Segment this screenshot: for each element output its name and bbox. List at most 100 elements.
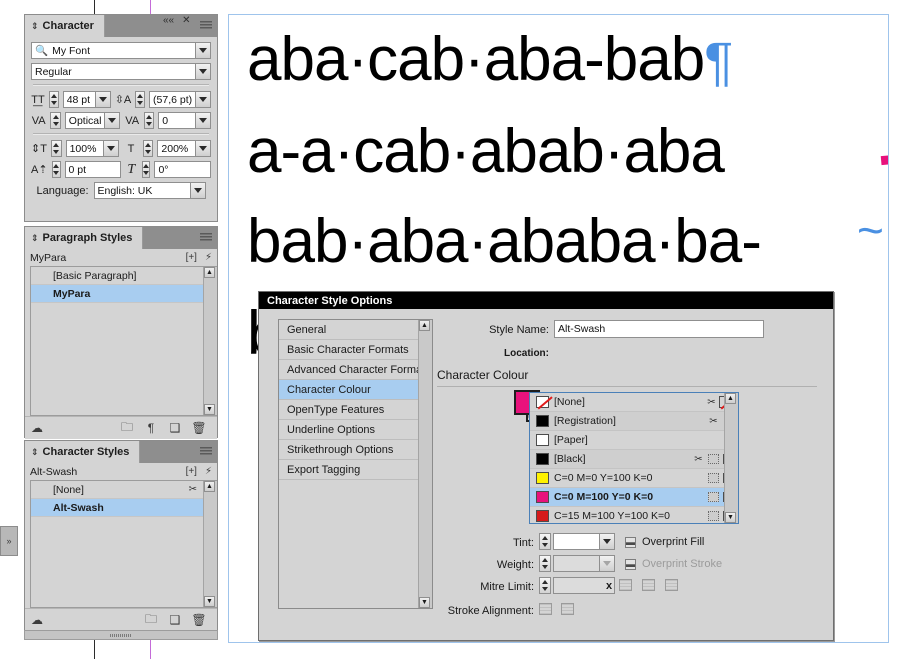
scroll-up-arrow[interactable]: ▲: [204, 267, 215, 278]
nav-item-character-colour[interactable]: Character Colour: [279, 380, 432, 400]
character-panel-window-buttons[interactable]: «« ✕: [163, 16, 191, 26]
character-styles-list[interactable]: [None] ✂ Alt-Swash ▲ ▼: [30, 480, 217, 608]
skew-stepper[interactable]: [142, 161, 151, 178]
table-row[interactable]: C=0 M=100 Y=0 K=0: [530, 488, 738, 507]
kerning-tracking-row[interactable]: VA Optical VA 0: [31, 112, 211, 129]
close-icon[interactable]: ✕: [182, 16, 190, 26]
nav-item-basic-character-formats[interactable]: Basic Character Formats: [279, 340, 432, 360]
weight-control[interactable]: [539, 555, 615, 572]
panel-resize-grip[interactable]: [24, 630, 218, 640]
font-size-dropdown-arrow[interactable]: [95, 91, 111, 108]
tab-character[interactable]: ⇕ Character: [25, 15, 105, 37]
nav-item-underline-options[interactable]: Underline Options: [279, 420, 432, 440]
horizontal-scale-stepper[interactable]: [143, 140, 154, 157]
scale-row[interactable]: ⇕T 100% T 200%: [31, 140, 211, 157]
font-style-input[interactable]: Regular: [31, 63, 195, 80]
mitre-limit-control[interactable]: [539, 577, 615, 594]
cloud-icon[interactable]: ☁: [31, 613, 139, 627]
font-size-stepper[interactable]: [49, 91, 59, 108]
nav-item-opentype-features[interactable]: OpenType Features: [279, 400, 432, 420]
skew-input[interactable]: 0°: [154, 161, 211, 178]
expand-panels-tab[interactable]: »: [0, 526, 18, 556]
font-family-row[interactable]: 🔍 My Font: [31, 42, 211, 59]
dialog-nav-list[interactable]: General Basic Character Formats Advanced…: [278, 319, 433, 609]
delete-icon[interactable]: 🗑: [187, 613, 211, 627]
font-style-dropdown-arrow[interactable]: [195, 63, 211, 80]
vertical-scale-dropdown-arrow[interactable]: [103, 140, 119, 157]
tracking-stepper[interactable]: [144, 112, 155, 129]
vertical-scale-stepper[interactable]: [51, 140, 62, 157]
cloud-icon[interactable]: ☁: [31, 421, 115, 435]
size-leading-row[interactable]: T͟T 48 pt ⇳A (57,6 pt): [31, 91, 211, 108]
list-item[interactable]: [None] ✂: [31, 481, 217, 499]
paragraph-styles-list[interactable]: [Basic Paragraph] MyPara ▲ ▼: [30, 266, 217, 416]
character-panel[interactable]: ⇕ Character 🔍 My Font Regular: [24, 14, 218, 222]
overprint-fill-row[interactable]: ▬ Overprint Fill: [625, 536, 704, 548]
cross-out-icon[interactable]: ✂: [704, 397, 719, 408]
horizontal-scale-dropdown-arrow[interactable]: [195, 140, 211, 157]
weight-stepper[interactable]: [539, 555, 551, 572]
language-dropdown-arrow[interactable]: [190, 182, 206, 199]
cross-out-icon[interactable]: ✂: [706, 416, 721, 427]
collapse-icon[interactable]: ««: [163, 16, 174, 26]
tracking-input[interactable]: 0: [158, 112, 195, 129]
scroll-down-arrow[interactable]: ▼: [204, 596, 215, 607]
new-group-icon[interactable]: 🗀: [139, 610, 163, 631]
list-item[interactable]: [Basic Paragraph]: [31, 267, 217, 285]
tint-dropdown-arrow[interactable]: [599, 533, 615, 550]
break-link-icon[interactable]: ⚡: [205, 466, 212, 477]
scroll-up-arrow[interactable]: ▲: [204, 481, 215, 492]
vertical-scale-input[interactable]: 100%: [66, 140, 104, 157]
tint-input[interactable]: [553, 533, 599, 550]
character-list-scrollbar[interactable]: ▲ ▼: [203, 481, 217, 607]
list-item[interactable]: MyPara: [31, 285, 217, 303]
table-row[interactable]: C=15 M=100 Y=100 K=0: [530, 507, 738, 524]
table-row[interactable]: C=0 M=0 Y=100 K=0: [530, 469, 738, 488]
table-row[interactable]: [Black] ✂: [530, 450, 738, 469]
font-family-input[interactable]: 🔍 My Font: [31, 42, 195, 59]
table-row[interactable]: [None] ✂: [530, 393, 738, 412]
clear-attributes-icon[interactable]: ✂: [189, 484, 197, 495]
paragraph-styles-tabbar[interactable]: ⇕ Paragraph Styles: [25, 227, 217, 249]
checkbox-icon[interactable]: ▬: [625, 537, 636, 548]
paragraph-styles-footer[interactable]: ☁ 🗀 ¶ ❑ 🗑: [25, 416, 217, 439]
scroll-down-arrow[interactable]: ▼: [204, 404, 215, 415]
kerning-stepper[interactable]: [50, 112, 61, 129]
font-style-row[interactable]: Regular: [31, 63, 211, 80]
tracking-dropdown-arrow[interactable]: [195, 112, 211, 129]
new-group-icon[interactable]: 🗀: [115, 418, 139, 439]
font-size-input[interactable]: 48 pt: [63, 91, 95, 108]
tint-control[interactable]: [539, 533, 615, 550]
character-styles-tabbar[interactable]: ⇕ Character Styles: [25, 441, 217, 463]
language-input[interactable]: English: UK: [94, 182, 190, 199]
swatch-list-scrollbar[interactable]: ▲ ▼: [724, 393, 738, 523]
leading-dropdown-arrow[interactable]: [195, 91, 211, 108]
scroll-up-arrow[interactable]: ▲: [725, 393, 736, 404]
tint-stepper[interactable]: [539, 533, 551, 550]
baseline-shift-stepper[interactable]: [52, 161, 61, 178]
language-row[interactable]: Language: English: UK: [31, 182, 211, 199]
character-styles-footer[interactable]: ☁ 🗀 ❑ 🗑: [25, 608, 217, 631]
paragraph-list-scrollbar[interactable]: ▲ ▼: [203, 267, 217, 415]
panel-menu-icon[interactable]: [200, 447, 212, 456]
nav-item-advanced-character-formats[interactable]: Advanced Character Formats: [279, 360, 432, 380]
style-name-input[interactable]: Alt-Swash: [554, 320, 764, 338]
document-text-line-3[interactable]: bab·aba·ababa·ba-: [247, 211, 761, 273]
document-text-line-1[interactable]: aba·cab·aba-bab¶: [247, 29, 732, 91]
nav-item-general[interactable]: General: [279, 320, 432, 340]
font-family-dropdown-arrow[interactable]: [195, 42, 211, 59]
panel-menu-icon[interactable]: [200, 21, 212, 30]
character-styles-panel[interactable]: ⇕ Character Styles Alt-Swash [+] ⚡ [None…: [24, 440, 218, 630]
paragraph-styles-panel[interactable]: ⇕ Paragraph Styles MyPara [+] ⚡ [Basic P…: [24, 226, 218, 438]
tab-paragraph-styles[interactable]: ⇕ Paragraph Styles: [25, 227, 143, 249]
kerning-input[interactable]: Optical: [65, 112, 105, 129]
baseline-skew-row[interactable]: A⇡ 0 pt T 0°: [31, 161, 211, 178]
horizontal-scale-input[interactable]: 200%: [157, 140, 195, 157]
table-row[interactable]: [Registration] ✂ ✣: [530, 412, 738, 431]
list-item[interactable]: Alt-Swash: [31, 499, 217, 517]
table-row[interactable]: [Paper]: [530, 431, 738, 450]
document-text-line-2[interactable]: a-a·cab·abab·aba: [247, 121, 724, 183]
swatch-list[interactable]: [None] ✂ [Registration] ✂ ✣ [Paper] [Bla…: [529, 392, 739, 524]
mitre-limit-stepper[interactable]: [539, 577, 551, 594]
leading-input[interactable]: (57,6 pt): [149, 91, 195, 108]
